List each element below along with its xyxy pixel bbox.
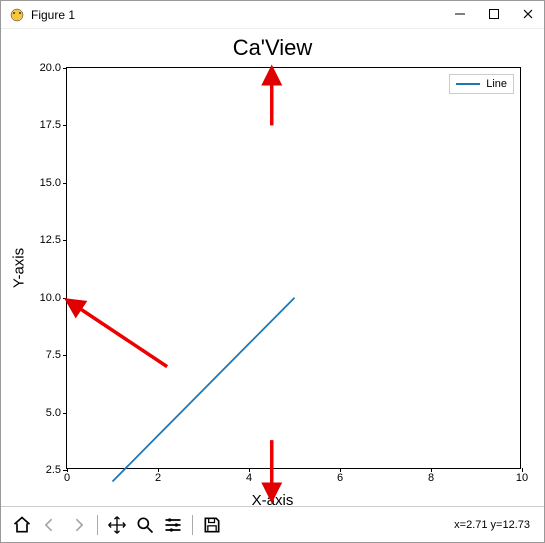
- legend-entry-label: Line: [486, 78, 507, 90]
- matplotlib-toolbar: x=2.71 y=12.73: [1, 506, 544, 542]
- pan-button[interactable]: [104, 512, 130, 538]
- chart-title: Ca'View: [1, 35, 544, 61]
- minimize-button[interactable]: [452, 7, 468, 23]
- legend-swatch: [456, 83, 480, 85]
- y-axis-label: Y-axis: [11, 248, 28, 288]
- close-button[interactable]: [520, 7, 536, 23]
- zoom-button[interactable]: [132, 512, 158, 538]
- forward-button[interactable]: [65, 512, 91, 538]
- window-title: Figure 1: [31, 8, 452, 22]
- chart-canvas: [67, 68, 522, 470]
- maximize-button[interactable]: [486, 7, 502, 23]
- app-icon: [9, 7, 25, 23]
- chart-axes[interactable]: 2.55.07.510.012.515.017.520.0 0246810 Li…: [66, 67, 521, 469]
- data-series-line: [113, 298, 295, 482]
- save-button[interactable]: [199, 512, 225, 538]
- toolbar-separator: [192, 515, 193, 535]
- toolbar-separator: [97, 515, 98, 535]
- chart-legend: Line: [449, 74, 514, 94]
- annotation-arrow: [67, 300, 167, 367]
- coordinate-readout: x=2.71 y=12.73: [454, 519, 536, 531]
- home-button[interactable]: [9, 512, 35, 538]
- plot-area: Ca'View Y-axis X-axis 2.55.07.510.012.51…: [1, 29, 544, 507]
- configure-button[interactable]: [160, 512, 186, 538]
- window-titlebar: Figure 1: [1, 1, 544, 29]
- window-controls: [452, 7, 536, 23]
- back-button[interactable]: [37, 512, 63, 538]
